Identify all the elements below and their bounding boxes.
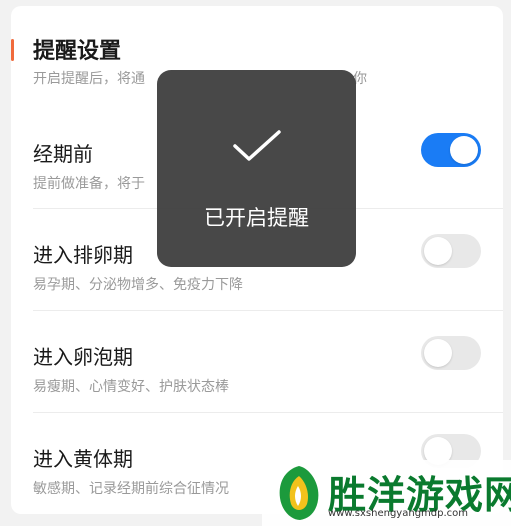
ovulation-toggle[interactable] bbox=[421, 234, 481, 268]
checkmark-icon bbox=[233, 130, 281, 161]
toast-notification: 已开启提醒 bbox=[157, 70, 356, 267]
item-title: 进入排卵期 bbox=[33, 243, 133, 267]
section-marker bbox=[11, 39, 14, 61]
watermark-url: www.sxshengyangmdp.com bbox=[328, 508, 469, 519]
toast-message: 已开启提醒 bbox=[204, 206, 309, 230]
section-title: 提醒设置 bbox=[33, 39, 122, 64]
item-title: 进入卵泡期 bbox=[33, 345, 133, 369]
divider bbox=[33, 310, 503, 311]
toggle-knob bbox=[424, 237, 452, 265]
follicular-toggle[interactable] bbox=[421, 336, 481, 370]
divider bbox=[33, 412, 503, 413]
toggle-knob bbox=[424, 339, 452, 367]
item-description: 提前做准备，将于 bbox=[33, 176, 145, 192]
item-description: 易孕期、分泌物增多、免疫力下降 bbox=[33, 277, 243, 293]
site-watermark: 胜洋游戏网 www.sxshengyangmdp.com bbox=[262, 460, 511, 526]
item-title: 经期前 bbox=[33, 142, 93, 166]
before-period-toggle[interactable] bbox=[421, 133, 481, 167]
toggle-knob bbox=[450, 136, 478, 164]
item-description: 易瘦期、心情变好、护肤状态棒 bbox=[33, 379, 229, 395]
item-title: 进入黄体期 bbox=[33, 447, 133, 471]
reminder-item-follicular[interactable]: 进入卵泡期 易瘦期、心情变好、护肤状态棒 bbox=[11, 336, 503, 443]
watermark-logo-icon bbox=[279, 466, 319, 520]
item-description: 敏感期、记录经期前综合征情况 bbox=[33, 481, 229, 497]
section-description: 开启提醒后，将通 bbox=[33, 71, 145, 87]
